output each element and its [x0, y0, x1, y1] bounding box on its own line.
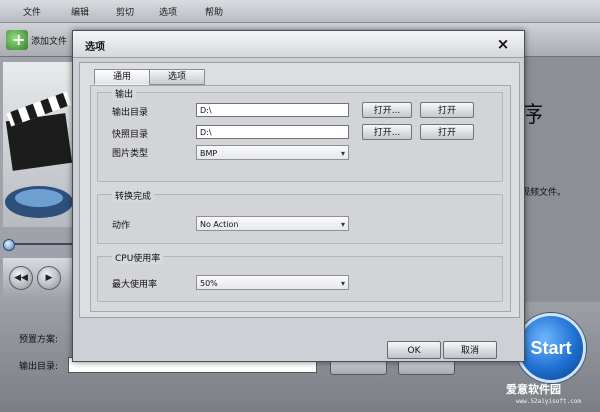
menu-help[interactable]: 帮助 — [205, 5, 223, 18]
max-usage-value: 50% — [200, 279, 218, 288]
start-button[interactable]: Start — [516, 313, 586, 383]
menu-bar: 文件 编辑 剪切 选项 帮助 — [0, 0, 600, 23]
watermark: 爱意软件园 www.52aiyisoft.com — [506, 381, 598, 409]
chevron-down-icon: ▾ — [340, 149, 345, 158]
add-file-icon — [6, 30, 28, 50]
action-label: 动作 — [112, 221, 131, 231]
output-group: 输出 输出目录 D:\ 打开... 打开 快照目录 D:\ 打开... 打开 图… — [97, 87, 503, 182]
clapperboard-icon — [5, 91, 73, 218]
tab-general[interactable]: 通用 — [94, 69, 150, 85]
cpu-usage-group-title: CPU使用率 — [112, 251, 164, 264]
image-type-select[interactable]: BMP ▾ — [196, 145, 349, 160]
add-file-label: 添加文件 — [31, 36, 68, 47]
options-dialog: 选项 × 通用 选项 输出 输出目录 D:\ 打开... 打开 快照目录 D:\… — [72, 30, 525, 362]
cancel-button[interactable]: 取消 — [443, 341, 497, 359]
cpu-usage-group: CPU使用率 最大使用率 50% ▾ — [97, 251, 503, 302]
chevron-down-icon: ▾ — [340, 279, 345, 288]
snapshot-dir-input[interactable]: D:\ — [196, 125, 349, 139]
menu-edit[interactable]: 编辑 — [71, 5, 89, 18]
partial-hint-text: 视频文件。 — [521, 188, 567, 198]
close-icon[interactable]: × — [495, 36, 511, 52]
dialog-titlebar: 选项 × — [73, 31, 524, 58]
snapshot-dir-open-button[interactable]: 打开 — [420, 124, 474, 140]
snapshot-dir-browse-button[interactable]: 打开... — [362, 124, 412, 140]
watermark-text: 爱意软件园 — [506, 383, 561, 396]
add-file-button[interactable]: 添加文件 — [4, 28, 82, 52]
ok-button[interactable]: OK — [387, 341, 441, 359]
play-icon[interactable]: ▶ — [37, 266, 61, 290]
convert-done-group: 转换完成 动作 No Action ▾ — [97, 189, 503, 244]
output-dir-open-button[interactable]: 打开 — [420, 102, 474, 118]
video-preview — [3, 62, 75, 227]
player-controls: ◀◀ ▶ — [3, 258, 75, 298]
menu-options[interactable]: 选项 — [159, 5, 177, 18]
action-value: No Action — [200, 220, 239, 229]
seek-track — [9, 243, 75, 245]
image-type-label: 图片类型 — [112, 149, 149, 159]
action-select[interactable]: No Action ▾ — [196, 216, 349, 231]
tab-panel: 输出 输出目录 D:\ 打开... 打开 快照目录 D:\ 打开... 打开 图… — [90, 85, 511, 312]
max-usage-label: 最大使用率 — [112, 280, 158, 290]
menu-cut[interactable]: 剪切 — [116, 5, 134, 18]
snapshot-dir-label: 快照目录 — [112, 130, 149, 140]
convert-done-group-title: 转换完成 — [112, 189, 155, 202]
menu-file[interactable]: 文件 — [23, 5, 41, 18]
output-dir-label: 输出目录: — [19, 362, 59, 372]
start-label: Start — [530, 337, 572, 358]
output-dir-input[interactable]: D:\ — [196, 103, 349, 117]
watermark-url: www.52aiyisoft.com — [516, 398, 582, 405]
tab-options[interactable]: 选项 — [149, 69, 205, 85]
seek-knob[interactable] — [3, 239, 15, 251]
preset-label: 预置方案: — [19, 335, 59, 345]
right-panel: 序 视频文件。 — [521, 57, 600, 302]
output-dir-label: 输出目录 — [112, 108, 149, 118]
image-type-value: BMP — [200, 149, 218, 158]
seek-slider[interactable] — [3, 239, 75, 251]
chevron-down-icon: ▾ — [340, 220, 345, 229]
max-usage-select[interactable]: 50% ▾ — [196, 275, 349, 290]
output-group-title: 输出 — [112, 87, 137, 100]
output-dir-browse-button[interactable]: 打开... — [362, 102, 412, 118]
rewind-icon[interactable]: ◀◀ — [9, 266, 33, 290]
dialog-title: 选项 — [85, 42, 105, 53]
dialog-body: 通用 选项 输出 输出目录 D:\ 打开... 打开 快照目录 D:\ 打开..… — [79, 62, 520, 318]
